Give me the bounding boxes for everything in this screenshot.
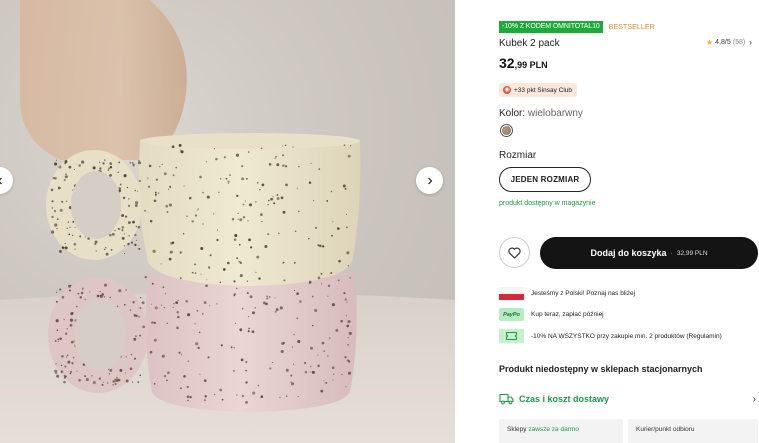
info-row-discount[interactable]: -10% NA WSZYSTKO przy zakupie min. 2 pro… <box>499 329 722 343</box>
promo-code-badge: -10% Z KODEM OMNITOTAL10 <box>499 21 603 33</box>
price-rest: ,99 PLN <box>514 60 548 70</box>
rating-value: 4,8/5 <box>715 39 731 46</box>
club-points-badge: ◉ +33 pkt Sinsay Club <box>499 83 577 97</box>
color-value: wielobarwny <box>527 108 583 119</box>
star-icon: ★ <box>706 38 714 47</box>
availability-status: produkt dostępny w magazynie <box>499 200 596 207</box>
shops-label: Sklepy <box>507 426 527 433</box>
courier-label: Kurier/punkt odbioru <box>636 426 695 433</box>
discount-info-text: -10% NA WSZYSTKO przy zakupie min. 2 pro… <box>531 332 722 340</box>
paypo-logo-icon: PayPo <box>499 308 524 321</box>
heart-icon <box>508 246 521 259</box>
ticket-icon <box>499 329 524 343</box>
poland-info-text: Jesteśmy z Polski! Poznaj nas bliżej <box>531 290 636 297</box>
shipping-option-shops[interactable]: Sklepy zawsze za darmo <box>499 419 623 443</box>
color-swatch-wielobarwny[interactable] <box>500 124 513 137</box>
product-title: Kubek 2 pack <box>499 38 560 49</box>
product-tags: -10% Z KODEM OMNITOTAL10 BESTSELLER <box>499 21 655 33</box>
add-to-cart-price: 32,99 PLN <box>676 249 708 257</box>
wishlist-button[interactable] <box>499 237 530 268</box>
store-availability-heading: Produkt niedostępny w sklepach stacjonar… <box>499 364 703 374</box>
product-image <box>0 0 455 443</box>
paypo-info-text: Kup teraz, zapłać później <box>531 311 604 318</box>
rating-count: (58) <box>732 39 746 46</box>
size-label: Rozmiar <box>499 150 537 161</box>
chevron-left-icon <box>0 177 2 184</box>
shops-free-label: zawsze za darmo <box>528 426 579 433</box>
size-option-button[interactable]: JEDEN ROZMIAR <box>499 167 591 192</box>
chevron-right-icon: › <box>749 38 752 47</box>
product-details-panel: -10% Z KODEM OMNITOTAL10 BESTSELLER Kube… <box>455 0 759 443</box>
truck-icon <box>499 393 514 405</box>
club-points-text: +33 pkt Sinsay Club <box>514 86 572 94</box>
club-points-icon: ◉ <box>503 86 511 94</box>
shipping-option-courier[interactable]: Kurier/punkt odbioru <box>628 419 758 443</box>
color-label: Kolor: <box>499 108 526 119</box>
poland-flag-icon <box>499 287 524 300</box>
swatch-fill <box>502 126 511 135</box>
product-rating[interactable]: ★ 4,8/5 (58) › <box>706 38 752 47</box>
add-to-cart-label: Dodaj do koszyka <box>590 248 667 258</box>
add-to-cart-separator: · <box>670 249 673 257</box>
bestseller-badge: BESTSELLER <box>608 23 655 31</box>
info-row-paypo[interactable]: PayPo Kup teraz, zapłać później <box>499 308 604 321</box>
delivery-info-toggle[interactable]: Czas i koszt dostawy › <box>499 393 759 405</box>
info-row-poland[interactable]: Jesteśmy z Polski! Poznaj nas bliżej <box>499 287 635 300</box>
delivery-label: Czas i koszt dostawy <box>519 394 610 404</box>
chevron-right-icon: › <box>752 394 756 405</box>
product-price: 32,99 PLN <box>499 55 548 73</box>
gallery-next-button[interactable] <box>416 167 443 194</box>
chevron-right-icon <box>427 177 432 184</box>
price-main: 32 <box>499 55 515 71</box>
add-to-cart-button[interactable]: Dodaj do koszyka · 32,99 PLN <box>540 237 758 269</box>
product-image-gallery[interactable] <box>0 0 455 443</box>
color-row: Kolor: wielobarwny <box>499 108 583 119</box>
